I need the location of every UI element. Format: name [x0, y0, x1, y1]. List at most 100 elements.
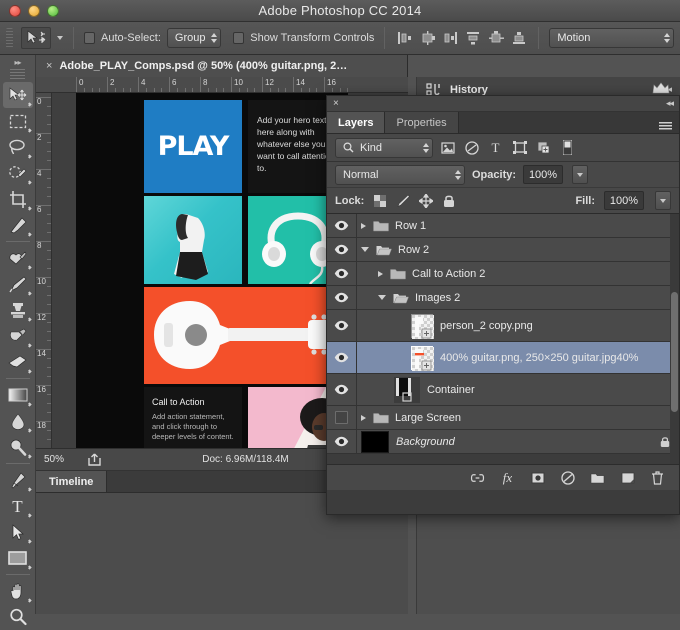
layer-visibility-eye-icon[interactable] [327, 342, 357, 373]
layer-row[interactable]: Row 2 [327, 238, 679, 262]
eyedropper-tool[interactable] [3, 212, 33, 238]
tab-layers[interactable]: Layers [327, 112, 386, 133]
history-brush-tool[interactable] [3, 323, 33, 349]
tile-person-photo[interactable] [144, 196, 242, 284]
layer-row-content[interactable]: person_2 copy.png [357, 313, 679, 339]
horizontal-ruler[interactable]: 0 2 4 6 8 10 12 14 16 [36, 77, 408, 93]
zoom-level[interactable]: 50% [40, 454, 84, 465]
quick-selection-tool[interactable] [3, 160, 33, 186]
move-tool[interactable] [2, 82, 33, 108]
tool-preset-chevron-icon[interactable] [57, 36, 64, 40]
new-group-icon[interactable] [590, 470, 605, 485]
align-bottom-edges-icon[interactable] [510, 29, 528, 47]
layer-row[interactable]: Background [327, 430, 679, 454]
auto-select-checkbox[interactable] [84, 32, 95, 44]
tile-guitar-photo[interactable] [144, 287, 348, 384]
layer-thumbnail[interactable] [361, 430, 389, 453]
show-transform-controls-checkbox[interactable] [233, 32, 245, 44]
layer-thumbnail[interactable] [394, 376, 420, 403]
chevron-right-icon[interactable] [361, 414, 366, 421]
collapse-double-arrow-icon[interactable]: ◂◂ [666, 98, 674, 109]
layers-scrollbar-track[interactable] [670, 214, 679, 464]
blend-mode-dropdown[interactable]: Normal [335, 164, 465, 185]
close-icon[interactable]: × [333, 98, 339, 109]
crown-icon[interactable] [652, 82, 670, 94]
lock-position-icon[interactable] [419, 193, 434, 208]
filter-smart-object-icon[interactable] [536, 140, 551, 155]
tab-properties[interactable]: Properties [385, 112, 459, 133]
layer-row-content[interactable]: 400% guitar.png, 250×250 guitar.jpg40% [357, 345, 679, 371]
brush-tool[interactable] [3, 271, 33, 297]
chevron-down-icon[interactable] [378, 295, 386, 300]
auto-select-scope-dropdown[interactable]: Group [166, 28, 222, 48]
lasso-tool[interactable] [3, 134, 33, 160]
tools-collapse-icon[interactable]: ▸▸ [0, 55, 35, 69]
layer-row[interactable]: Images 2 [327, 286, 679, 310]
filter-toggle-switch[interactable] [560, 140, 575, 155]
layer-row-content[interactable]: Call to Action 2 [357, 268, 679, 280]
layers-list[interactable]: Row 1 Row 2 Call to Action 2 Images 2 person… [327, 214, 679, 464]
tile-play[interactable]: PLAY [144, 100, 242, 193]
layer-row[interactable]: person_2 copy.png [327, 310, 679, 342]
gradient-tool[interactable] [3, 382, 33, 408]
new-layer-icon[interactable] [620, 470, 635, 485]
tab-timeline[interactable]: Timeline [36, 471, 108, 492]
hand-tool[interactable] [3, 578, 33, 604]
workspace-dropdown[interactable]: Motion [549, 28, 674, 48]
chevron-right-icon[interactable] [378, 270, 383, 277]
layer-row[interactable]: 400% guitar.png, 250×250 guitar.jpg40% [327, 342, 679, 374]
filter-kind-dropdown[interactable]: Kind [335, 137, 433, 158]
layer-row[interactable]: Call to Action 2 [327, 262, 679, 286]
opacity-chevron-icon[interactable] [572, 165, 589, 184]
layer-visibility-eye-icon[interactable] [327, 238, 357, 261]
options-bar-grip[interactable] [6, 28, 14, 48]
tools-grip[interactable] [10, 69, 25, 79]
lock-image-pixels-icon[interactable] [396, 194, 411, 208]
layer-row-content[interactable]: Container [357, 376, 679, 403]
layer-row-content[interactable]: Background [357, 430, 679, 453]
layers-scrollbar-thumb[interactable] [671, 292, 678, 412]
chevron-right-icon[interactable] [361, 222, 366, 229]
dodge-tool[interactable] [3, 434, 33, 460]
rectangle-tool[interactable] [3, 545, 33, 571]
align-horizontal-centers-icon[interactable] [418, 29, 436, 47]
align-top-edges-icon[interactable] [464, 29, 482, 47]
eraser-tool[interactable] [3, 349, 33, 375]
filter-adjustment-layers-icon[interactable] [464, 140, 479, 155]
opacity-value[interactable]: 100% [523, 165, 564, 184]
lock-transparent-pixels-icon[interactable] [373, 194, 387, 208]
align-left-edges-icon[interactable] [395, 29, 413, 47]
align-vertical-centers-icon[interactable] [487, 29, 505, 47]
healing-brush-tool[interactable] [3, 245, 33, 271]
link-layers-icon[interactable] [470, 470, 485, 485]
layer-style-fx-icon[interactable]: fx [500, 470, 515, 485]
layer-row-content[interactable]: Row 2 [357, 244, 679, 256]
blur-tool[interactable] [3, 408, 33, 434]
layer-visibility-off-icon[interactable] [327, 406, 357, 429]
zoom-tool[interactable] [3, 604, 33, 630]
layer-visibility-eye-icon[interactable] [327, 286, 357, 309]
chevron-down-icon[interactable] [361, 247, 369, 252]
layer-row-content[interactable]: Images 2 [357, 292, 679, 304]
layer-visibility-eye-icon[interactable] [327, 374, 357, 405]
type-tool[interactable]: T [3, 493, 33, 519]
layer-row[interactable]: Container [327, 374, 679, 406]
layer-row[interactable]: Large Screen [327, 406, 679, 430]
vertical-ruler[interactable]: 0 2 4 6 8 10 12 14 16 18 [36, 93, 52, 460]
crop-tool[interactable] [3, 186, 33, 212]
artboard[interactable]: PLAY Add your hero text here along with … [76, 93, 348, 460]
share-icon[interactable] [84, 453, 106, 466]
filter-shape-layers-icon[interactable] [512, 140, 527, 155]
layer-row-content[interactable]: Row 1 [357, 220, 679, 232]
clone-stamp-tool[interactable] [3, 297, 33, 323]
layer-row-content[interactable]: Large Screen [357, 412, 679, 424]
layer-thumbnail[interactable] [411, 313, 434, 339]
layer-thumbnail[interactable] [411, 345, 434, 371]
filter-type-layers-icon[interactable]: T [488, 140, 503, 155]
rectangular-marquee-tool[interactable] [3, 108, 33, 134]
move-tool-icon[interactable] [21, 27, 52, 49]
align-right-edges-icon[interactable] [441, 29, 459, 47]
lock-all-icon[interactable] [442, 194, 456, 208]
document-tab[interactable]: × Adobe_PLAY_Comps.psd @ 50% (400% guita… [36, 55, 408, 77]
close-icon[interactable]: × [46, 60, 52, 72]
